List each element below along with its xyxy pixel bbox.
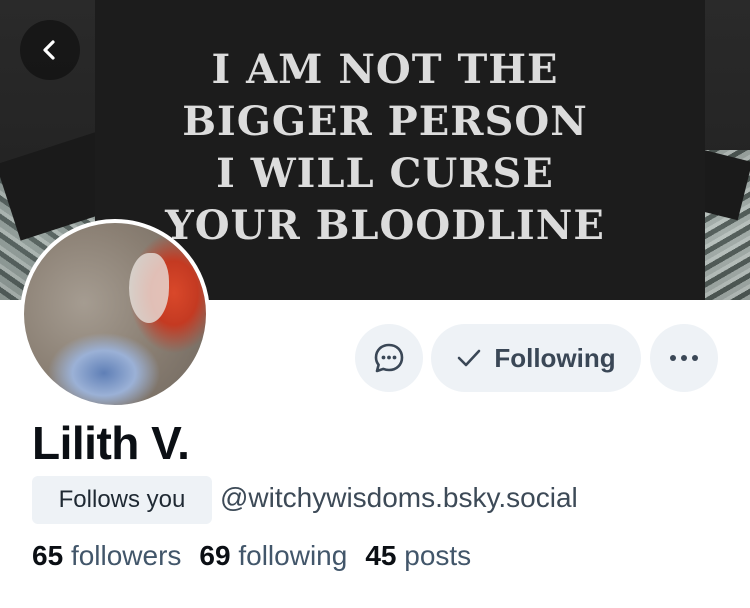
back-button[interactable] xyxy=(20,20,80,80)
profile-handle[interactable]: @witchywisdoms.bsky.social xyxy=(220,482,578,514)
followers-stat[interactable]: 65 followers xyxy=(32,540,181,572)
profile-stats: 65 followers 69 following 45 posts xyxy=(32,540,471,572)
posts-count: 45 xyxy=(365,540,397,571)
banner-shirt-text: I AM NOT THE BIGGER PERSON I WILL CURSE … xyxy=(150,44,620,252)
more-options-button[interactable] xyxy=(650,324,718,392)
display-name: Lilith V. xyxy=(32,417,190,469)
avatar[interactable] xyxy=(20,219,210,409)
following-button-label: Following xyxy=(494,342,616,373)
followers-label: followers xyxy=(70,540,182,571)
chevron-left-icon xyxy=(43,40,55,60)
avatar-art-face xyxy=(129,253,169,323)
banner-text-line: I WILL CURSE xyxy=(216,150,554,197)
banner-text-line: I AM NOT THE xyxy=(211,46,559,93)
following-count: 69 xyxy=(199,540,231,571)
following-stat[interactable]: 69 following xyxy=(199,540,347,572)
message-button[interactable] xyxy=(355,324,423,392)
banner-text-line: YOUR BLOODLINE xyxy=(165,202,605,249)
banner-text-line: BIGGER PERSON xyxy=(182,98,588,145)
chat-bubble-icon xyxy=(374,343,404,373)
ellipsis-icon xyxy=(670,355,698,361)
following-button[interactable]: Following xyxy=(431,324,641,392)
posts-stat: 45 posts xyxy=(365,540,471,572)
following-stat-label: following xyxy=(238,540,348,571)
checkmark-icon xyxy=(458,349,481,367)
posts-label: posts xyxy=(404,540,472,571)
followers-count: 65 xyxy=(32,540,64,571)
follows-you-badge: Follows you xyxy=(32,476,212,524)
